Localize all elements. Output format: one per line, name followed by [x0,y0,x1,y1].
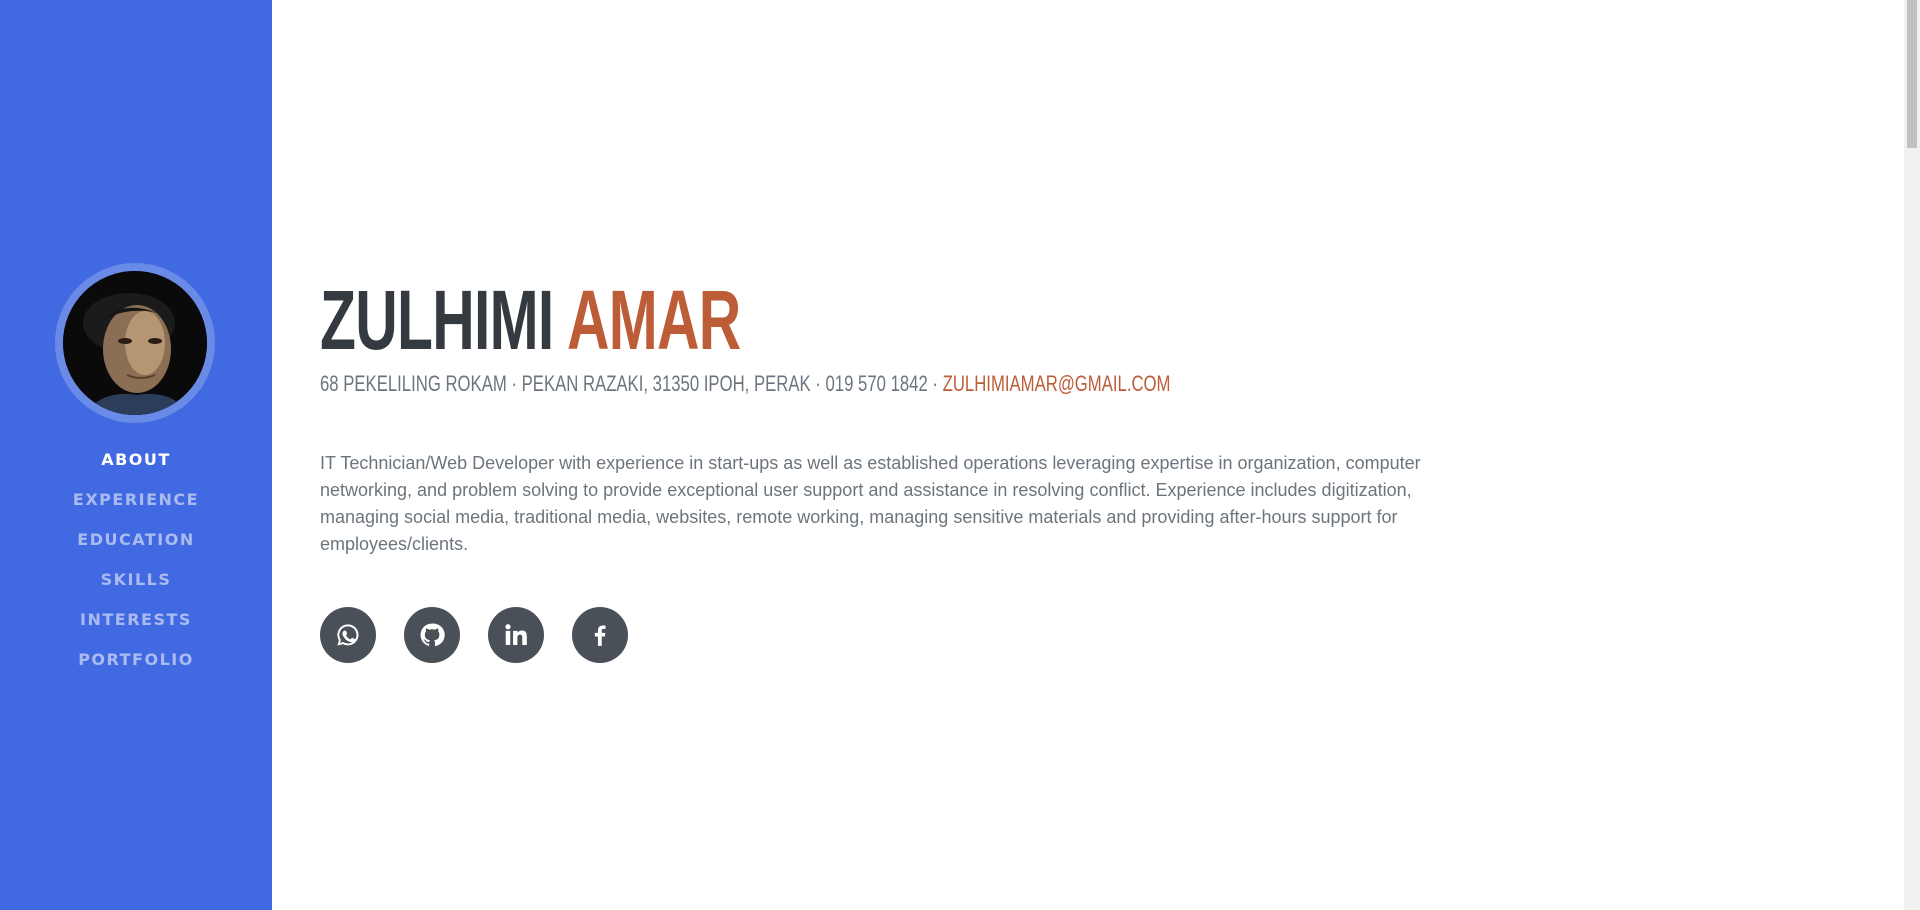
github-icon [420,623,445,647]
bio-text: IT Technician/Web Developer with experie… [320,453,1421,554]
about-section: ZULHIMI AMAR 68 PEKELILING ROKAM · PEKAN… [272,0,1904,910]
first-name: ZULHIMI [320,273,554,367]
nav-item-skills[interactable]: SKILLS [0,560,272,600]
whatsapp-button[interactable] [320,607,376,663]
facebook-icon [594,625,606,646]
linkedin-icon [505,624,527,645]
github-button[interactable] [404,607,460,663]
whatsapp-icon [337,624,359,646]
nav-item-portfolio[interactable]: PORTFOLIO [0,640,272,680]
nav-item-experience[interactable]: EXPERIENCE [0,480,272,520]
email-link[interactable]: ZULHIMIAMAR@GMAIL.COM [943,371,1171,396]
avatar [63,271,207,415]
nav-item-about[interactable]: ABOUT [0,440,272,480]
scrollbar[interactable] [1904,0,1920,910]
scrollbar-thumb[interactable] [1907,0,1917,148]
sidebar: ABOUT EXPERIENCE EDUCATION SKILLS INTERE… [0,0,272,910]
address-text: 68 PEKELILING ROKAM · PEKAN RAZAKI, 3135… [320,371,943,396]
linkedin-button[interactable] [488,607,544,663]
nav-item-interests[interactable]: INTERESTS [0,600,272,640]
avatar-ring [55,263,215,423]
last-name: AMAR [566,273,741,367]
page-title: ZULHIMI AMAR [320,270,741,370]
sidebar-nav: ABOUT EXPERIENCE EDUCATION SKILLS INTERE… [0,440,272,680]
contact-line: 68 PEKELILING ROKAM · PEKAN RAZAKI, 3135… [320,370,1170,398]
facebook-button[interactable] [572,607,628,663]
avatar-image [63,271,207,415]
nav-item-education[interactable]: EDUCATION [0,520,272,560]
